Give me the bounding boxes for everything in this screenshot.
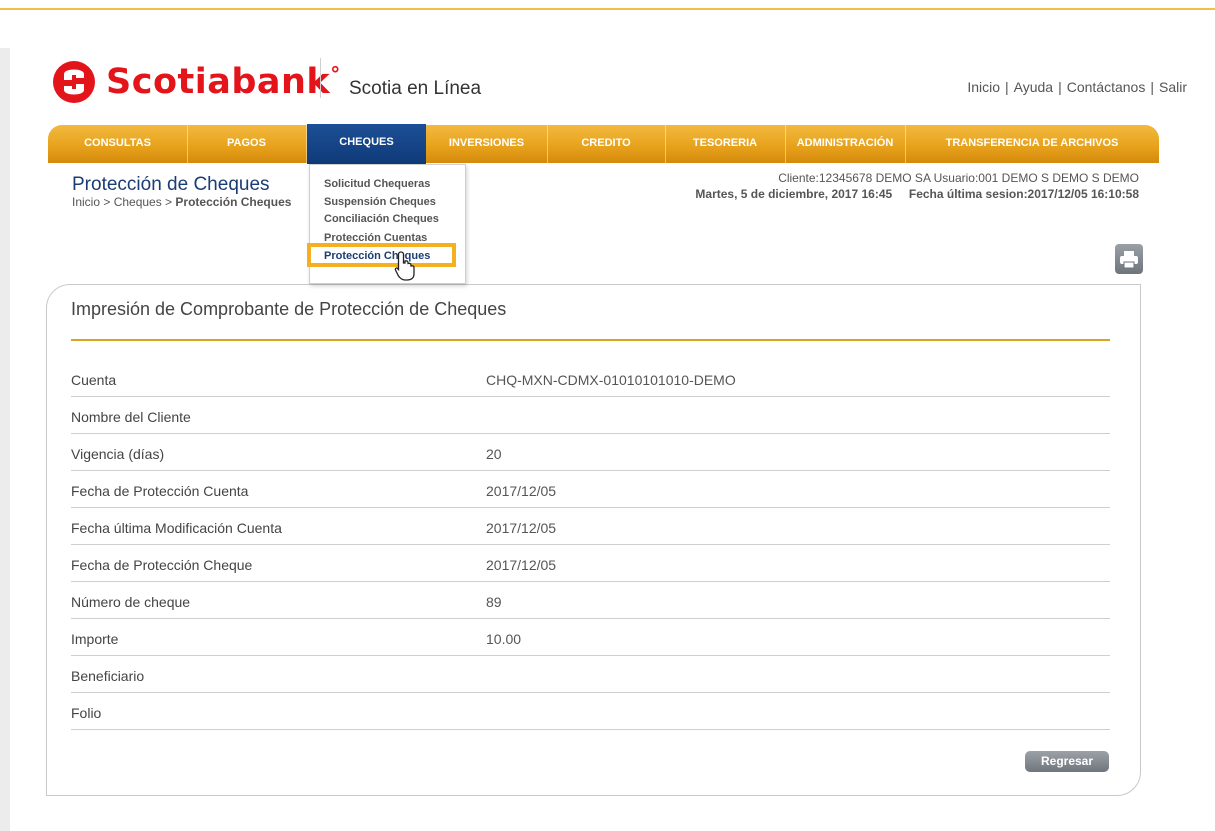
session-line: Martes, 5 de diciembre, 2017 16:45 Fecha… <box>695 186 1139 202</box>
row-label-importe: Importe <box>71 631 119 647</box>
row-label-beneficiario: Beneficiario <box>71 668 145 684</box>
panel-title: Impresión de Comprobante de Protección d… <box>71 299 507 319</box>
left-edge-shade <box>0 48 10 831</box>
nav-transferencia-archivos[interactable]: TRANSFERENCIA DE ARCHIVOS <box>905 125 1159 163</box>
menu-item-solicitud-chequeras[interactable]: Solicitud Chequeras <box>324 178 430 190</box>
table-row: Fecha última Modificación Cuenta 2017/12… <box>71 507 1110 545</box>
breadcrumb-current: Protección Cheques <box>175 195 292 209</box>
row-label-nombre-cliente: Nombre del Cliente <box>71 409 191 425</box>
voucher-panel: Impresión de Comprobante de Protección d… <box>46 284 1141 796</box>
print-button[interactable] <box>1115 244 1143 274</box>
scotiabank-globe-icon <box>53 61 95 103</box>
nav-pagos[interactable]: PAGOS <box>187 125 307 163</box>
table-row: Importe 10.00 <box>71 618 1110 656</box>
menu-item-highlight <box>307 243 456 267</box>
link-contactanos[interactable]: Contáctanos <box>1067 79 1146 95</box>
printer-icon <box>1120 251 1138 269</box>
breadcrumb-path[interactable]: Inicio > Cheques > <box>72 195 175 209</box>
row-value-cuenta: CHQ-MXN-CDMX-01010101010-DEMO <box>486 372 736 388</box>
row-label-fecha-proteccion-cheque: Fecha de Protección Cheque <box>71 557 253 573</box>
nav-credito[interactable]: CREDITO <box>547 125 666 163</box>
row-label-numero-cheque: Número de cheque <box>71 594 191 610</box>
nav-tesoreria[interactable]: TESORERIA <box>665 125 786 163</box>
row-label-folio: Folio <box>71 705 102 721</box>
nav-consultas[interactable]: CONSULTAS <box>48 125 188 163</box>
row-label-vigencia: Vigencia (días) <box>71 446 165 462</box>
link-separator: | <box>1005 79 1009 95</box>
row-value-importe: 10.00 <box>486 631 522 647</box>
table-row: Folio <box>71 692 1110 730</box>
table-row: Beneficiario <box>71 655 1110 693</box>
brand-subtitle: Scotia en Línea <box>349 78 482 99</box>
row-value-fecha-modificacion: 2017/12/05 <box>486 520 557 536</box>
nav-cheques[interactable]: CHEQUES <box>307 124 426 164</box>
table-row: Fecha de Protección Cheque 2017/12/05 <box>71 544 1110 582</box>
top-divider <box>0 8 1215 10</box>
row-label-fecha-modificacion: Fecha última Modificación Cuenta <box>71 520 282 536</box>
table-row: Número de cheque 89 <box>71 581 1110 619</box>
last-session: Fecha última sesion:2017/12/05 16:10:58 <box>908 187 1139 201</box>
scotiabank-logo[interactable]: Scotiabank° <box>52 60 341 104</box>
breadcrumb: Inicio > Cheques > Protección Cheques <box>72 195 291 209</box>
client-user-line: Cliente:12345678 DEMO SA Usuario:001 DEM… <box>778 171 1139 185</box>
hand-pointer-icon <box>394 251 415 281</box>
link-salir[interactable]: Salir <box>1159 79 1187 95</box>
current-date: Martes, 5 de diciembre, 2017 16:45 <box>695 187 893 201</box>
row-label-cuenta: Cuenta <box>71 372 117 388</box>
row-label-fecha-proteccion-cuenta: Fecha de Protección Cuenta <box>71 483 249 499</box>
menu-item-suspension-cheques[interactable]: Suspensión Cheques <box>324 196 436 208</box>
link-inicio[interactable]: Inicio <box>967 79 1000 95</box>
row-value-fecha-proteccion-cheque: 2017/12/05 <box>486 557 557 573</box>
logo-text: Scotiabank <box>106 62 331 102</box>
row-value-numero-cheque: 89 <box>486 594 502 610</box>
table-row: Vigencia (días) 20 <box>71 433 1110 471</box>
panel-title-rule <box>71 339 1110 341</box>
back-button[interactable]: Regresar <box>1025 751 1109 772</box>
top-links: Inicio | Ayuda | Contáctanos | Salir <box>967 79 1187 95</box>
client-info: Cliente:12345678 DEMO SA Usuario:001 DEM… <box>695 170 1139 202</box>
table-row: Nombre del Cliente <box>71 396 1110 434</box>
logo-registered-mark: ° <box>330 62 341 86</box>
table-row: Fecha de Protección Cuenta 2017/12/05 <box>71 470 1110 508</box>
table-row: Cuenta CHQ-MXN-CDMX-01010101010-DEMO <box>71 359 1110 397</box>
link-ayuda[interactable]: Ayuda <box>1014 79 1053 95</box>
page-title: Protección de Cheques <box>72 174 270 195</box>
row-value-fecha-proteccion-cuenta: 2017/12/05 <box>486 483 557 499</box>
row-value-vigencia: 20 <box>486 446 502 462</box>
main-nav: CONSULTAS PAGOS CHEQUES INVERSIONES CRED… <box>48 124 1159 164</box>
nav-administracion[interactable]: ADMINISTRACIÓN <box>785 125 906 163</box>
link-separator: | <box>1058 79 1062 95</box>
link-separator: | <box>1150 79 1154 95</box>
nav-inversiones[interactable]: INVERSIONES <box>426 125 548 163</box>
menu-item-conciliacion-cheques[interactable]: Conciliación Cheques <box>324 213 439 225</box>
header-separator <box>320 58 321 98</box>
